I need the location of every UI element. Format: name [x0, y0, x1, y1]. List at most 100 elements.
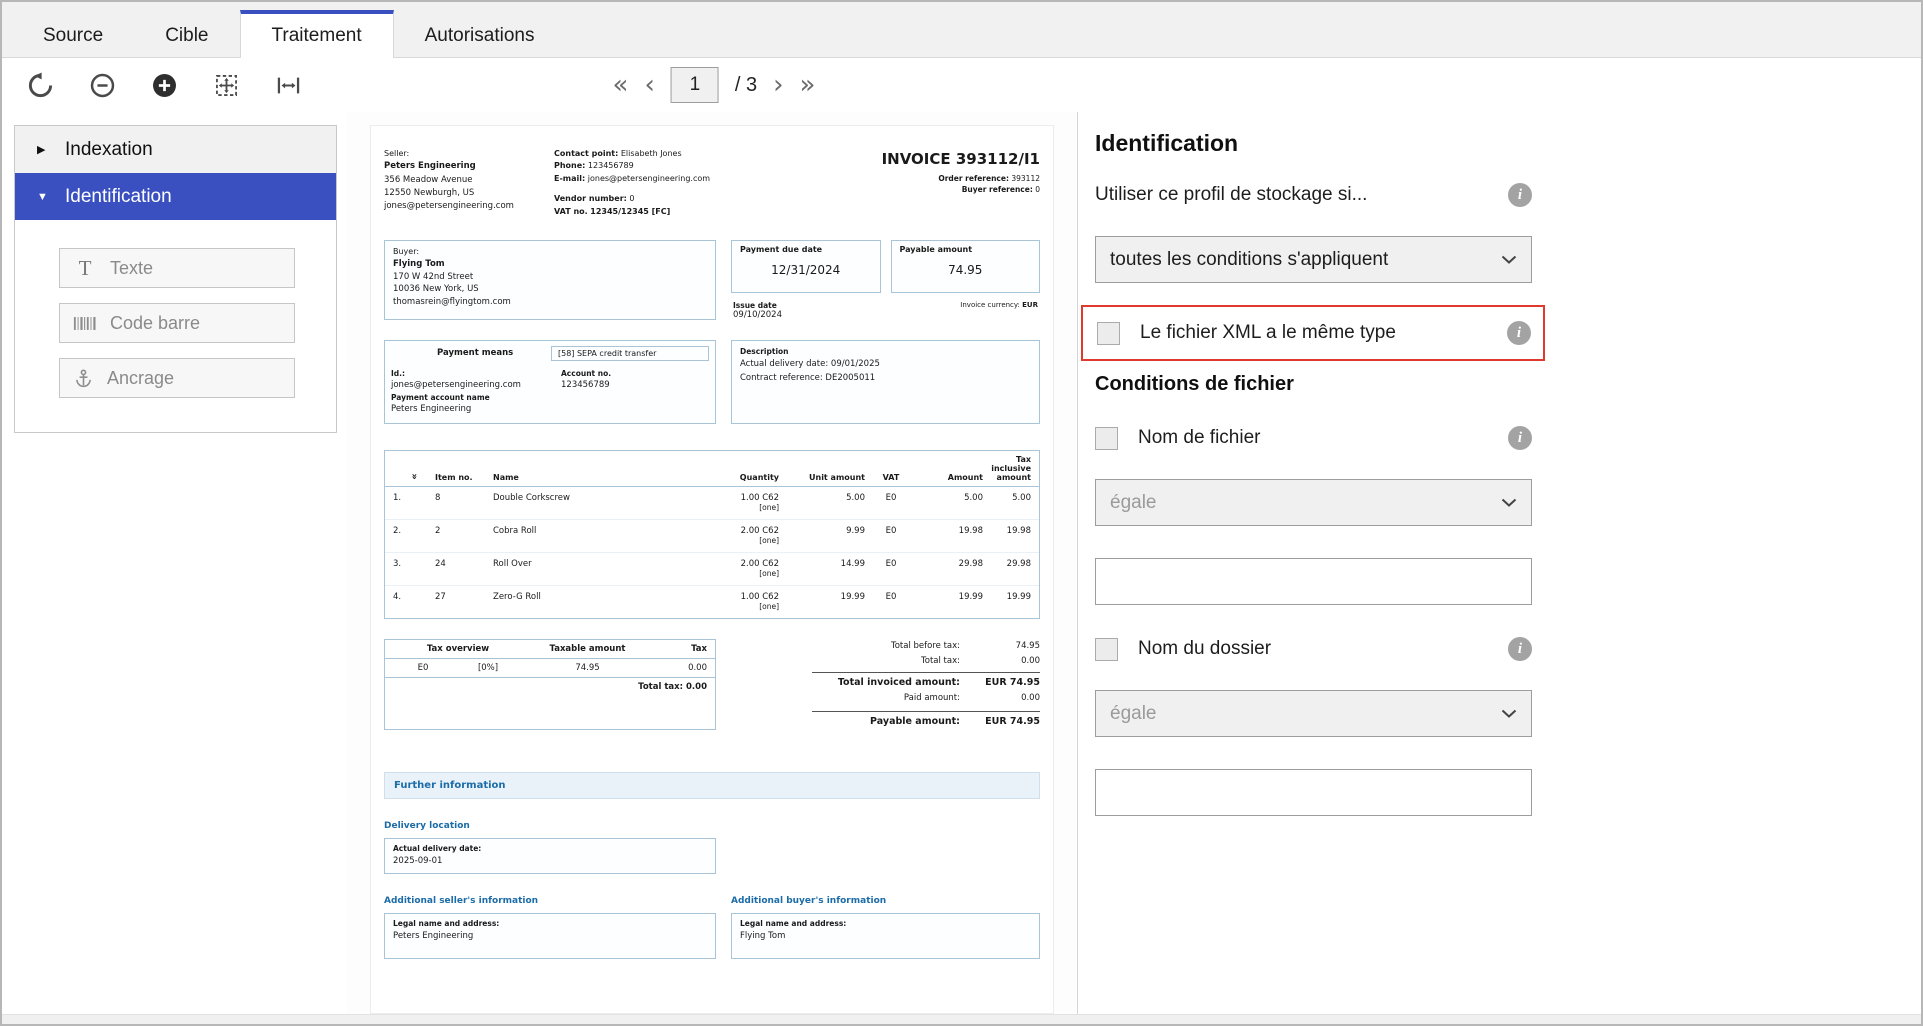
- total-value: 0.00: [974, 693, 1040, 703]
- invoice-header: Seller: Peters Engineering 356 Meadow Av…: [384, 148, 1040, 218]
- last-page-button[interactable]: »: [800, 72, 816, 98]
- payment-boxes: Payment due date 12/31/2024 Payable amou…: [731, 240, 1040, 320]
- fit-page-button[interactable]: [210, 69, 242, 101]
- foldername-operator-select[interactable]: égale: [1095, 690, 1532, 737]
- info-icon[interactable]: i: [1508, 183, 1532, 207]
- foldername-label: Nom du dossier: [1138, 638, 1271, 660]
- item-cell: 1.: [393, 493, 435, 503]
- seller-address: 356 Meadow Avenue: [384, 174, 554, 187]
- tab-source[interactable]: Source: [12, 10, 134, 57]
- item-cell: 9.99: [779, 526, 865, 536]
- seller-name: Peters Engineering: [384, 160, 554, 173]
- texte-tool-button[interactable]: T Texte: [59, 248, 295, 288]
- xml-type-checkbox[interactable]: [1097, 322, 1120, 345]
- payable-amount-label: Payable amount: [900, 245, 1032, 254]
- vat-value: 12345/12345 [FC]: [590, 207, 670, 216]
- contract-ref-label: Contract reference:: [740, 373, 823, 383]
- rotate-left-button[interactable]: [24, 69, 56, 101]
- legal-label: Legal name and address:: [393, 918, 707, 930]
- vendor-value: 0: [629, 194, 634, 203]
- item-row: 2. 2 Cobra Roll 2.00 C62[one] 9.99 E0 19…: [385, 520, 1039, 553]
- seller-address: 12550 Newburgh, US: [384, 187, 554, 200]
- item-row: 4. 27 Zero-G Roll 1.00 C62[one] 19.99 E0…: [385, 586, 1039, 618]
- delivery-box-label: Actual delivery date:: [393, 843, 707, 855]
- tax-total-value: 0.00: [686, 682, 707, 692]
- code-barre-tool-button[interactable]: Code barre: [59, 303, 295, 343]
- buyer-ref-label: Buyer reference:: [962, 185, 1033, 194]
- barcode-icon: [73, 315, 97, 332]
- next-page-button[interactable]: ›: [773, 72, 783, 98]
- tax-overview-table: Tax overview Taxable amount Tax E0 [0%] …: [384, 639, 716, 730]
- filename-condition-row: Nom de fichier i: [1095, 426, 1532, 450]
- sidebar: ▶ Indexation ▼ Identification T Texte: [2, 112, 347, 1014]
- page-count-label: / 3: [735, 74, 757, 97]
- payable-amount-value: 74.95: [900, 263, 1032, 277]
- sidebar-item-indexation[interactable]: ▶ Indexation: [15, 126, 336, 173]
- foldername-value-input[interactable]: [1095, 769, 1532, 816]
- seller-email: jones@petersengineering.com: [384, 200, 554, 213]
- order-ref-label: Order reference:: [938, 174, 1009, 183]
- filename-checkbox[interactable]: [1095, 427, 1118, 450]
- delivery-date-value: 09/01/2025: [831, 359, 880, 369]
- prev-page-button[interactable]: ‹: [644, 72, 654, 98]
- tax-col-header: Tax overview: [393, 644, 523, 654]
- view-tools: [24, 69, 304, 101]
- col-header: Unit amount: [779, 473, 865, 482]
- additional-seller-label: Additional seller's information: [384, 896, 716, 906]
- tab-traitement[interactable]: Traitement: [240, 10, 394, 58]
- xml-type-highlight-box: Le fichier XML a le même type i: [1081, 305, 1545, 361]
- tool-label: Texte: [110, 258, 153, 279]
- ancrage-tool-button[interactable]: Ancrage: [59, 358, 295, 398]
- filename-label: Nom de fichier: [1138, 427, 1261, 449]
- total-value: EUR 74.95: [974, 677, 1040, 688]
- email-value: jones@petersengineering.com: [588, 174, 710, 183]
- contact-value: Elisabeth Jones: [621, 149, 682, 158]
- item-row: 3. 24 Roll Over 2.00 C62[one] 14.99 E0 2…: [385, 553, 1039, 586]
- item-cell: 2.00 C62: [741, 559, 779, 569]
- col-header: VAT: [865, 473, 917, 482]
- currency-block: Invoice currency: EUR: [960, 301, 1038, 320]
- tab-autorisations[interactable]: Autorisations: [394, 10, 566, 57]
- payment-id-label: Id.:: [391, 368, 561, 379]
- sidebar-item-identification[interactable]: ▼ Identification: [15, 173, 336, 220]
- chevron-down-icon: ▼: [37, 191, 50, 203]
- fit-width-button[interactable]: [272, 69, 304, 101]
- item-cell: 29.98: [983, 559, 1031, 569]
- payment-means-value: [58] SEPA credit transfer: [551, 346, 709, 361]
- tax-cell: 0.00: [652, 663, 707, 673]
- item-cell: 5.00: [779, 493, 865, 503]
- total-label: Total invoiced amount:: [812, 677, 974, 688]
- page-number-input[interactable]: [671, 67, 719, 103]
- fit-width-icon: [275, 72, 302, 99]
- payment-due-label: Payment due date: [740, 245, 872, 254]
- document-viewer[interactable]: Seller: Peters Engineering 356 Meadow Av…: [347, 112, 1077, 1014]
- item-cell: Cobra Roll: [493, 526, 699, 536]
- delivery-box-value: 2025-09-01: [393, 855, 707, 869]
- foldername-checkbox[interactable]: [1095, 638, 1118, 661]
- sidebar-item-label: Indexation: [65, 139, 153, 161]
- filename-value-input[interactable]: [1095, 558, 1532, 605]
- col-header: Name: [493, 473, 699, 482]
- legal-label: Legal name and address:: [740, 918, 1031, 930]
- tab-cible[interactable]: Cible: [134, 10, 239, 57]
- zoom-in-button[interactable]: [148, 69, 180, 101]
- info-icon[interactable]: i: [1508, 426, 1532, 450]
- total-value: 74.95: [974, 641, 1040, 651]
- info-icon[interactable]: i: [1508, 637, 1532, 661]
- tax-cell: 74.95: [523, 663, 652, 673]
- zoom-out-button[interactable]: [86, 69, 118, 101]
- filename-operator-select[interactable]: égale: [1095, 479, 1532, 526]
- anchor-icon: [73, 368, 94, 389]
- item-cell: 19.99: [983, 592, 1031, 602]
- item-cell: 8: [435, 493, 493, 503]
- total-value: 0.00: [974, 656, 1040, 666]
- tab-label: Cible: [165, 25, 208, 47]
- first-page-button[interactable]: «: [613, 72, 629, 98]
- conditions-select[interactable]: toutes les conditions s'appliquent: [1095, 236, 1532, 283]
- email-label: E-mail:: [554, 174, 585, 183]
- item-cell: 24: [435, 559, 493, 569]
- foldername-condition-row: Nom du dossier i: [1095, 637, 1532, 661]
- tab-bar: Source Cible Traitement Autorisations: [2, 2, 1921, 58]
- tool-label: Code barre: [110, 313, 200, 334]
- info-icon[interactable]: i: [1507, 321, 1531, 345]
